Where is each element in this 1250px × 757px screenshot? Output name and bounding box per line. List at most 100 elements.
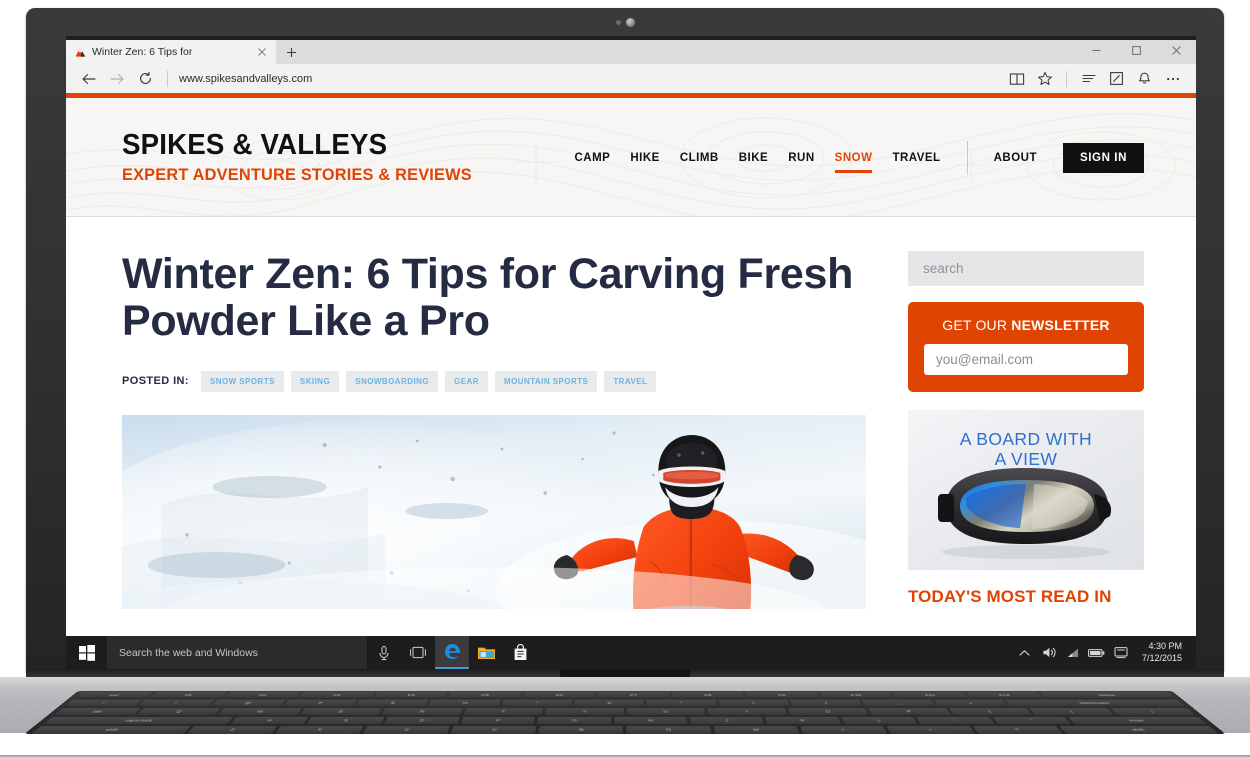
- more-button[interactable]: [1159, 67, 1186, 91]
- volume-button[interactable]: [1038, 636, 1060, 669]
- taskbar-app-edge[interactable]: [435, 636, 469, 669]
- keyboard-key[interactable]: I: [707, 708, 788, 716]
- keyboard-key[interactable]: W: [217, 708, 302, 716]
- reading-view-button[interactable]: [1003, 67, 1030, 91]
- keyboard-key[interactable]: &: [574, 699, 645, 708]
- tag-snowboarding[interactable]: SNOWBOARDING: [346, 370, 439, 392]
- favorites-button[interactable]: [1031, 67, 1058, 91]
- task-view-button[interactable]: [401, 636, 435, 669]
- reading-list-button[interactable]: [1075, 67, 1102, 91]
- keyboard-key[interactable]: F2: [224, 692, 301, 699]
- keyboard-key[interactable]: S: [306, 716, 385, 725]
- keyboard-key[interactable]: %: [428, 699, 501, 708]
- keyboard-key[interactable]: F8: [671, 692, 745, 699]
- keyboard-key[interactable]: J: [689, 716, 765, 725]
- keyboard-key[interactable]: $: [355, 699, 429, 708]
- keyboard-key[interactable]: }: [1029, 708, 1115, 716]
- keyboard-key[interactable]: Y: [544, 708, 624, 716]
- tag-mountain-sports[interactable]: MOUNTAIN SPORTS: [494, 370, 598, 392]
- keyboard-key[interactable]: >: [886, 726, 976, 734]
- keyboard-key[interactable]: D: [383, 716, 460, 725]
- action-center-button[interactable]: [1110, 636, 1132, 669]
- sign-in-button[interactable]: SIGN IN: [1062, 143, 1144, 173]
- share-button[interactable]: [1131, 67, 1158, 91]
- keyboard-key[interactable]: B: [538, 726, 624, 734]
- keyboard-key[interactable]: shift: [1059, 726, 1220, 734]
- back-button[interactable]: [76, 67, 102, 91]
- new-tab-button[interactable]: [276, 40, 306, 64]
- tag-skiing[interactable]: SKIING: [290, 370, 340, 392]
- cortana-microphone-button[interactable]: [367, 636, 401, 669]
- keyboard-key[interactable]: E: [299, 708, 382, 716]
- site-logo[interactable]: SPIKES & VALLEYS EXPERT ADVENTURE STORIE…: [122, 131, 475, 183]
- keyboard-key[interactable]: N: [626, 726, 712, 734]
- keyboard-key[interactable]: V: [450, 726, 537, 734]
- taskbar-clock[interactable]: 4:30 PM 7/12/2015: [1134, 641, 1188, 664]
- keyboard-key[interactable]: delete: [1040, 692, 1176, 699]
- keyboard-key[interactable]: F5: [448, 692, 522, 699]
- keyboard-key[interactable]: F12: [966, 692, 1044, 699]
- show-hidden-icons-button[interactable]: [1014, 636, 1036, 669]
- keyboard-key[interactable]: +: [933, 699, 1009, 708]
- keyboard-key[interactable]: F4: [373, 692, 448, 699]
- nav-item-travel[interactable]: TRAVEL: [882, 152, 950, 164]
- nav-item-hike[interactable]: HIKE: [620, 152, 669, 164]
- keyboard-key[interactable]: L: [840, 716, 919, 725]
- network-button[interactable]: [1062, 636, 1084, 669]
- sidebar-advertisement[interactable]: A BOARD WITH A VIEW: [908, 410, 1144, 570]
- keyboard-key[interactable]: *: [646, 699, 717, 708]
- keyboard-key[interactable]: U: [626, 708, 706, 716]
- keyboard-key[interactable]: (: [718, 699, 790, 708]
- keyboard-key[interactable]: X: [274, 726, 364, 734]
- keyboard-key[interactable]: F: [460, 716, 536, 725]
- nav-item-snow[interactable]: SNOW: [825, 152, 883, 173]
- taskbar-app-file-explorer[interactable]: [469, 636, 503, 669]
- keyboard-key[interactable]: Z: [186, 726, 278, 734]
- web-note-button[interactable]: [1103, 67, 1130, 91]
- keyboard-key[interactable]: ": [992, 716, 1072, 725]
- keyboard-key[interactable]: P: [868, 708, 951, 716]
- nav-item-run[interactable]: RUN: [778, 152, 824, 164]
- forward-button[interactable]: [104, 67, 130, 91]
- taskbar-app-store[interactable]: [503, 636, 537, 669]
- keyboard-key[interactable]: F9: [745, 692, 820, 699]
- keyboard-key[interactable]: F6: [523, 692, 596, 699]
- keyboard-key[interactable]: ^: [501, 699, 573, 708]
- keyboard-key[interactable]: |: [1109, 708, 1197, 716]
- search-input[interactable]: search: [908, 251, 1144, 286]
- maximize-button[interactable]: [1116, 36, 1156, 64]
- nav-item-bike[interactable]: BIKE: [729, 152, 778, 164]
- keyboard-key[interactable]: @: [209, 699, 286, 708]
- close-icon[interactable]: [256, 46, 268, 58]
- minimize-button[interactable]: [1076, 36, 1116, 64]
- keyboard-key[interactable]: K: [765, 716, 842, 725]
- tag-snow-sports[interactable]: SNOW SPORTS: [200, 370, 284, 392]
- keyboard-key[interactable]: ~: [64, 699, 142, 708]
- keyboard-key[interactable]: A: [229, 716, 309, 725]
- laptop-keyboard[interactable]: esc F1 F2 F3 F4 F5 F6 F7 F8 F9 F10 F11 F12 delete ~! @…: [24, 691, 1226, 734]
- battery-button[interactable]: [1086, 636, 1108, 669]
- keyboard-key[interactable]: <: [799, 726, 888, 734]
- keyboard-key[interactable]: R: [380, 708, 463, 716]
- keyboard-key[interactable]: G: [537, 716, 611, 725]
- tag-travel[interactable]: TRAVEL: [604, 370, 657, 392]
- keyboard-key[interactable]: ): [790, 699, 863, 708]
- start-button[interactable]: [66, 636, 107, 669]
- address-bar[interactable]: www.spikesandvalleys.com: [177, 67, 1001, 91]
- keyboard-key[interactable]: M: [713, 726, 800, 734]
- keyboard-key[interactable]: _: [861, 699, 936, 708]
- newsletter-email-field[interactable]: you@email.com: [924, 344, 1128, 375]
- tag-gear[interactable]: GEAR: [445, 370, 488, 392]
- keyboard-key[interactable]: {: [948, 708, 1033, 716]
- nav-item-camp[interactable]: CAMP: [564, 152, 620, 164]
- keyboard-key[interactable]: shift: [30, 726, 191, 734]
- keyboard-key[interactable]: F10: [819, 692, 894, 699]
- keyboard-key[interactable]: F1: [149, 692, 228, 699]
- keyboard-key[interactable]: caps lock: [42, 716, 234, 725]
- keyboard-key[interactable]: O: [787, 708, 870, 716]
- keyboard-key[interactable]: Q: [135, 708, 221, 716]
- keyboard-key[interactable]: backspace: [1005, 699, 1186, 708]
- keyboard-key[interactable]: H: [613, 716, 688, 725]
- nav-item-climb[interactable]: CLIMB: [670, 152, 729, 164]
- refresh-button[interactable]: [132, 67, 158, 91]
